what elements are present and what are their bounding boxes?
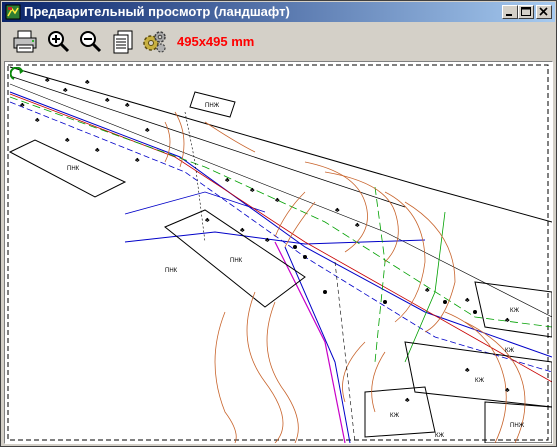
svg-text:♣: ♣ — [125, 102, 130, 109]
map-label: КЖ — [390, 413, 399, 419]
svg-text:♣: ♣ — [205, 217, 210, 224]
map-label: КЖ — [475, 378, 484, 384]
svg-text:♣: ♣ — [240, 227, 245, 234]
maximize-button[interactable] — [518, 5, 534, 19]
toolbar — [2, 23, 555, 61]
zoom-out-icon — [80, 31, 102, 53]
svg-text:♣: ♣ — [20, 102, 25, 109]
svg-text:♣: ♣ — [505, 317, 510, 324]
svg-text:♣: ♣ — [105, 97, 110, 104]
print-preview-area[interactable]: ♣ ♣ ♣ ♣ ♣ ♣ ♣ ♣ ♣ ♣ ♣ ♣ ♣ ♣ ♣ ♣ ♣ ♣ ♣ ♣ ♣ ♣ ♣ ♣ ♣ ПНК ПН… — [4, 61, 553, 444]
rotate-arrow-icon[interactable] — [10, 67, 28, 85]
map-label: ПНК — [230, 258, 243, 264]
svg-text:♣: ♣ — [355, 222, 360, 229]
svg-text:♣: ♣ — [95, 147, 100, 154]
svg-text:♣: ♣ — [45, 77, 50, 84]
minimize-icon — [506, 14, 512, 16]
map-label: ПНК — [67, 166, 80, 172]
settings-button[interactable] — [141, 28, 169, 56]
svg-text:♣: ♣ — [265, 237, 270, 244]
svg-text:♣: ♣ — [250, 187, 255, 194]
pages-button[interactable] — [109, 28, 137, 56]
svg-text:♣: ♣ — [63, 87, 68, 94]
map-label: КЖ — [435, 433, 444, 439]
maximize-icon — [521, 7, 531, 16]
svg-text:♣: ♣ — [135, 157, 140, 164]
svg-text:♣: ♣ — [425, 287, 430, 294]
preview-window: Предварительный просмотр (ландшафт) 495x… — [0, 0, 557, 447]
svg-text:♣: ♣ — [465, 367, 470, 374]
svg-text:♣: ♣ — [335, 207, 340, 214]
svg-text:♣: ♣ — [225, 177, 230, 184]
map-label: ПНЖ — [510, 423, 525, 429]
minimize-button[interactable] — [502, 5, 518, 19]
print-button[interactable] — [11, 28, 39, 56]
window-title: Предварительный просмотр (ландшафт) — [24, 4, 290, 19]
map-label: КЖ — [505, 348, 514, 354]
svg-text:♣: ♣ — [275, 197, 280, 204]
svg-text:♣: ♣ — [35, 117, 40, 124]
zoom-in-button[interactable] — [45, 28, 73, 56]
svg-text:♣: ♣ — [505, 387, 510, 394]
svg-text:♣: ♣ — [465, 297, 470, 304]
map-label: ПНК — [165, 268, 178, 274]
app-icon — [5, 4, 21, 20]
svg-text:♣: ♣ — [85, 79, 90, 86]
printer-icon — [13, 30, 37, 53]
title-bar[interactable]: Предварительный просмотр (ландшафт) — [2, 2, 555, 22]
gears-icon — [143, 31, 166, 53]
svg-text:♣: ♣ — [145, 127, 150, 134]
svg-text:♣: ♣ — [65, 137, 70, 144]
map-label: КЖ — [510, 308, 519, 314]
zoom-in-icon — [48, 31, 70, 53]
map-label: ПНЖ — [205, 103, 220, 109]
map-drawing: ♣ ♣ ♣ ♣ ♣ ♣ ♣ ♣ ♣ ♣ ♣ ♣ ♣ ♣ ♣ ♣ ♣ ♣ ♣ ♣ ♣ ♣ ♣ ♣ ♣ ПНК ПН… — [7, 64, 552, 443]
svg-text:♣: ♣ — [405, 397, 410, 404]
close-icon — [539, 7, 548, 16]
close-button[interactable] — [536, 5, 552, 19]
pages-icon — [113, 30, 133, 54]
zoom-out-button[interactable] — [77, 28, 105, 56]
page-size-label: 495x495 mm — [177, 34, 255, 49]
